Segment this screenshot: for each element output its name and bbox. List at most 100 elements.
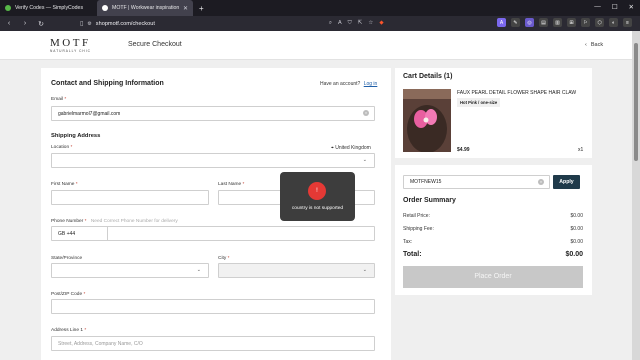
product-qty: x1 [578,147,584,153]
error-icon: ! [308,182,326,200]
extension-icon[interactable]: ⚐ [581,18,590,27]
extension-icon[interactable]: ▥ [553,18,562,27]
summary-row-shipping: Shipping Fee: $0.00 [403,226,583,232]
order-summary-title: Order Summary [403,197,456,204]
product-name[interactable]: FAUX PEARL DETAIL FLOWER SHAPE HAIR CLAW [457,90,576,96]
cart-title: Cart Details (1) [403,73,453,80]
logo-tagline: NATURALLY CHIC [50,49,91,53]
zip-field[interactable] [51,299,375,314]
url-text[interactable]: shopmotf.com/checkout [96,21,155,27]
back-arrow-icon[interactable]: ‹ [4,20,14,27]
address1-field[interactable]: Street, Address, Company Name, C/O [51,336,375,351]
browser-toolbar: ‹ › ↻ ▯ ⚙ shopmotf.com/checkout ⌕ A ⛉ ⇱ … [0,16,640,31]
window-controls: — ☐ ✕ [594,3,634,11]
phone-hint: Need Correct Phone Number for delivery [90,219,178,224]
location-pin-icon: ⌖ [331,145,334,151]
close-window-icon[interactable]: ✕ [629,3,634,11]
close-tab-icon[interactable]: ✕ [183,5,188,12]
logo-text: MOTF [50,37,91,49]
new-tab-button[interactable]: + [199,4,204,13]
forward-arrow-icon[interactable]: › [20,20,30,27]
zip-label: Post/ZIP Code * [51,292,86,297]
extension-icon[interactable]: ✎ [511,18,520,27]
extension-icon[interactable]: ◐ [609,18,618,27]
phone-field[interactable]: GB +44 [51,226,375,241]
city-label: City * [218,256,230,261]
last-name-label: Last Name * [218,182,245,187]
back-button[interactable]: ‹ Back [585,42,603,48]
email-value: gabrielmarmol7@gmail.com [58,111,121,117]
phone-divider [107,227,108,240]
city-select[interactable]: ⌄ [218,263,375,278]
browser-tab-verify-codes[interactable]: Verify Codes — SimplyCodes [0,0,97,16]
location-country: ⌖ United Kingdom [331,145,371,151]
cart-icon[interactable]: ⛉ [348,20,352,27]
scrollbar-thumb[interactable] [634,43,638,161]
first-name-field[interactable] [51,190,209,205]
email-label: Email * [51,97,67,102]
tab-title: MOTF | Workwear inspiration fro [112,5,179,11]
address-bar-actions: ⌕ A ⛉ ⇱ ☆ ◆ [329,20,384,27]
maximize-icon[interactable]: ☐ [612,3,618,11]
summary-row-total: Total: $0.00 [403,251,583,258]
state-select[interactable]: ⌄ [51,263,209,278]
place-order-button[interactable]: Place Order [403,266,583,288]
email-field[interactable]: gabrielmarmol7@gmail.com × [51,106,375,121]
address1-placeholder: Street, Address, Company Name, C/O [58,341,143,347]
location-label: Location * [51,145,73,150]
browser-tab-motf[interactable]: MOTF | Workwear inspiration fro ✕ [97,0,193,16]
summary-row-tax: Tax: $0.00 [403,239,583,245]
star-icon[interactable]: ☆ [368,20,373,27]
zoom-icon[interactable]: ⌕ [329,20,332,27]
chevron-down-icon: ⌄ [362,157,367,163]
error-message: country is not supported [291,206,344,211]
address-bar[interactable]: ▯ ⚙ shopmotf.com/checkout ⌕ A ⛉ ⇱ ☆ ◆ [80,18,500,29]
summary-row-retail: Retail Price: $0.00 [403,213,583,219]
account-prompt: Have an account? Log in [320,81,377,87]
coupon-field[interactable]: MOTFNEW15 × [403,175,550,189]
browser-tab-strip: Verify Codes — SimplyCodes MOTF | Workwe… [0,0,640,16]
clear-coupon-icon[interactable]: × [538,179,544,185]
clear-email-icon[interactable]: × [363,110,369,116]
share-icon[interactable]: ⇱ [358,20,363,27]
extension-icon[interactable]: ⊞ [567,18,576,27]
chevron-down-icon: ⌄ [362,267,367,273]
page-title: Secure Checkout [128,41,182,48]
product-price: $4.99 [457,147,470,153]
extension-icon[interactable]: ◎ [525,18,534,27]
error-toast: ! country is not supported [280,172,355,221]
bookmark-icon[interactable]: ▯ [80,20,83,27]
menu-icon[interactable]: ≡ [623,18,632,27]
minimize-icon[interactable]: — [594,3,601,11]
reload-icon[interactable]: ↻ [36,20,46,28]
login-link[interactable]: Log in [364,81,378,87]
simplycodes-favicon-icon [5,5,11,11]
variant-badge: Hot Pink / one-size [457,98,501,107]
apply-coupon-button[interactable]: Apply [553,175,580,189]
extension-a-icon[interactable]: A [497,18,506,27]
site-info-icon[interactable]: ⚙ [87,21,91,27]
hair-claw-photo-icon [403,89,451,152]
product-image[interactable] [403,89,451,152]
location-select[interactable]: ⌄ [51,153,375,168]
contact-section-title: Contact and Shipping Information [51,80,164,87]
state-label: State/Province [51,256,83,261]
motf-logo[interactable]: MOTF NATURALLY CHIC [50,37,91,53]
account-prompt-text: Have an account? [320,81,361,87]
location-country-text: United Kingdom [335,145,371,151]
extension-icons: A ✎ ◎ ▤ ▥ ⊞ ⚐ ⬡ ◐ ≡ [497,18,632,27]
coupon-code: MOTFNEW15 [410,179,442,185]
address1-label: Address Line 1 * [51,328,87,333]
translate-icon[interactable]: A [338,20,342,27]
motf-favicon-icon [102,5,108,11]
tab-title: Verify Codes — SimplyCodes [15,5,84,11]
extension-icon[interactable]: ⬡ [595,18,604,27]
page-scrollbar[interactable] [632,31,640,360]
back-label: Back [590,42,604,48]
phone-label: Phone Number * Need Correct Phone Number… [51,219,178,224]
phone-prefix[interactable]: GB +44 [58,231,75,237]
checkout-page: MOTF NATURALLY CHIC Secure Checkout ‹ Ba… [0,31,632,360]
brave-shield-icon[interactable]: ◆ [379,20,383,27]
extension-icon[interactable]: ▤ [539,18,548,27]
chevron-left-icon: ‹ [585,42,587,48]
